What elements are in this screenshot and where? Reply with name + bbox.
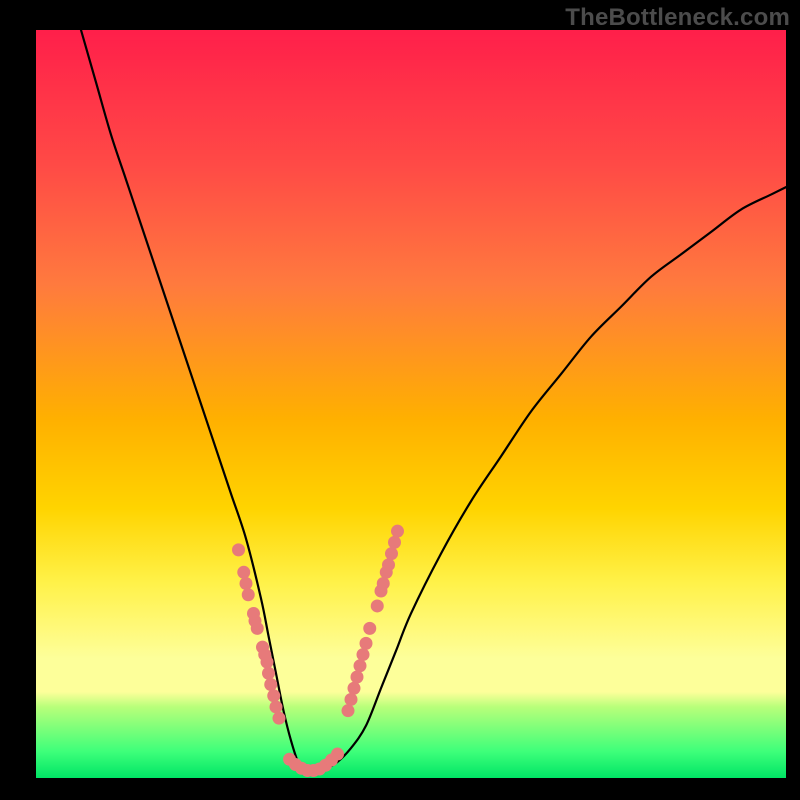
data-dot	[273, 712, 286, 725]
data-dot	[360, 637, 373, 650]
data-dot	[388, 536, 401, 549]
bottleneck-chart	[0, 0, 800, 800]
data-dot	[382, 558, 395, 571]
data-dot	[331, 748, 344, 761]
data-dot	[251, 622, 264, 635]
data-dot	[348, 682, 361, 695]
data-dot	[261, 656, 274, 669]
data-dot	[232, 543, 245, 556]
data-dot	[270, 700, 283, 713]
data-dot	[354, 659, 367, 672]
data-dot	[385, 547, 398, 560]
plot-area	[36, 30, 786, 778]
data-dot	[351, 671, 364, 684]
data-dot	[377, 577, 390, 590]
data-dot	[242, 588, 255, 601]
data-dot	[342, 704, 355, 717]
data-dot	[345, 693, 358, 706]
data-dot	[371, 599, 384, 612]
chart-frame: TheBottleneck.com	[0, 0, 800, 800]
data-dot	[267, 689, 280, 702]
data-dot	[391, 525, 404, 538]
data-dot	[240, 577, 253, 590]
watermark-text: TheBottleneck.com	[565, 4, 790, 32]
data-dot	[264, 678, 277, 691]
data-dot	[262, 667, 275, 680]
data-dot	[237, 566, 250, 579]
data-dot	[363, 622, 376, 635]
data-dot	[357, 648, 370, 661]
